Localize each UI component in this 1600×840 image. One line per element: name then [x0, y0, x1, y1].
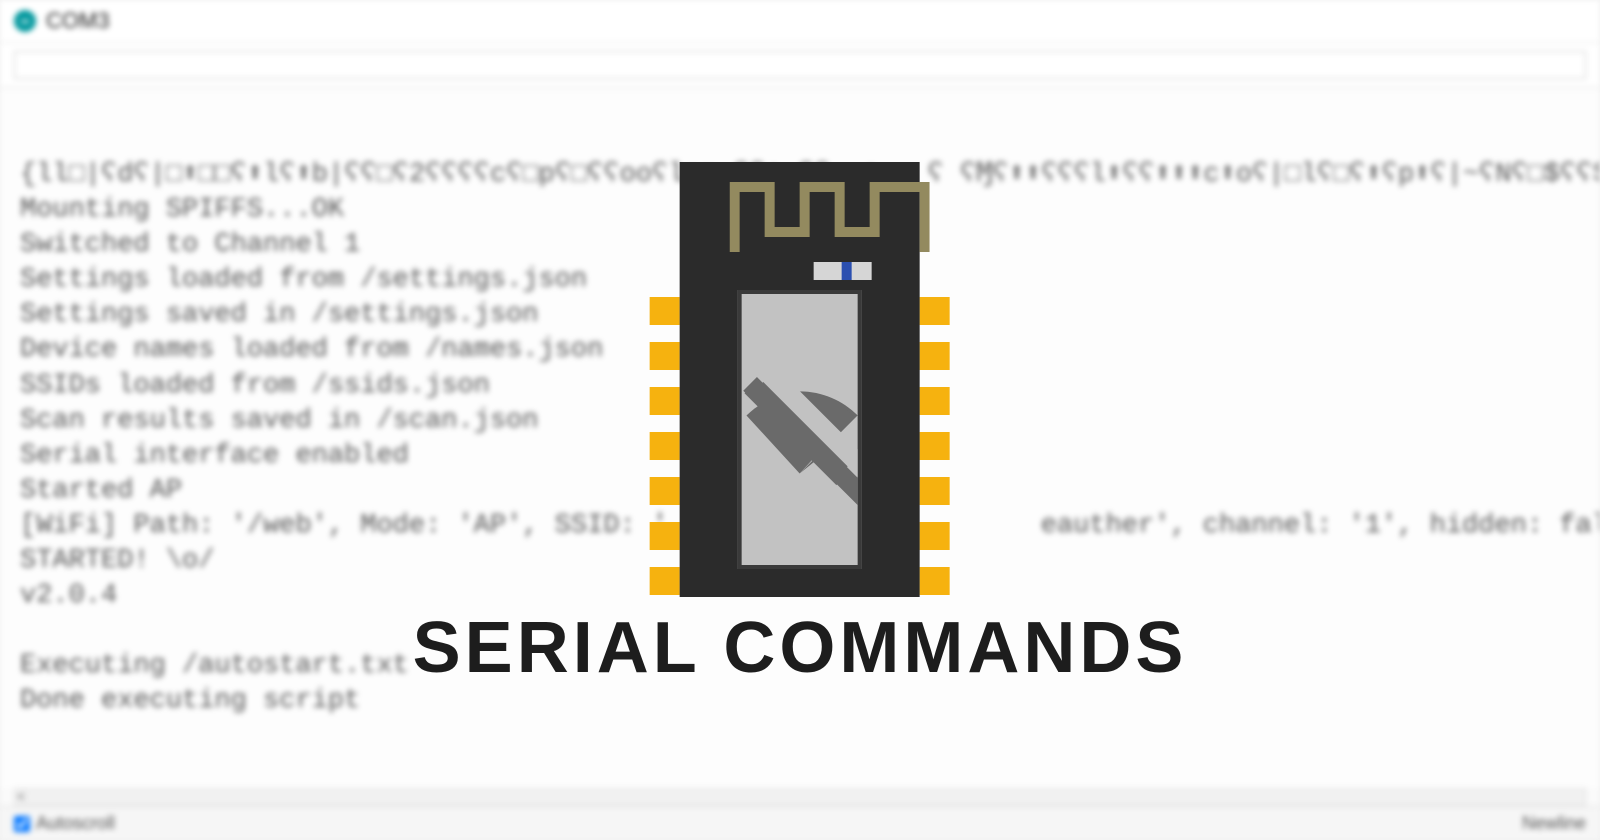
- autoscroll-label: Autoscroll: [36, 813, 115, 834]
- wifi-off-icon: [742, 355, 858, 505]
- led-strip-icon: [814, 262, 872, 280]
- window-titlebar: ∞ COM3: [0, 0, 1600, 43]
- rf-shield-icon: [738, 290, 862, 569]
- hero-headline: SERIAL COMMANDS: [413, 607, 1188, 689]
- antenna-trace-icon: [730, 177, 930, 257]
- line-ending-select[interactable]: Newline: [1522, 813, 1586, 834]
- serial-footer: Autoscroll Newline: [0, 806, 1600, 840]
- serial-input[interactable]: [14, 51, 1586, 79]
- horizontal-scrollbar[interactable]: [14, 788, 1586, 806]
- autoscroll-input[interactable]: [14, 816, 30, 832]
- window-title: COM3: [46, 8, 110, 34]
- hero-overlay: SERIAL COMMANDS: [413, 162, 1188, 689]
- serial-input-row: [0, 43, 1600, 88]
- arduino-icon: ∞: [14, 10, 36, 32]
- autoscroll-checkbox[interactable]: Autoscroll: [14, 813, 115, 834]
- esp8266-chip-icon: [650, 162, 950, 597]
